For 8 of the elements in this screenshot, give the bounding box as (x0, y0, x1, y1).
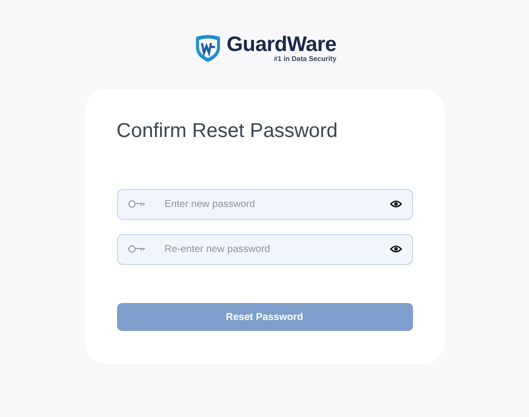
key-icon (128, 245, 146, 253)
brand-name: GuardWare (226, 34, 336, 54)
key-icon (128, 200, 146, 208)
eye-icon[interactable] (390, 200, 402, 208)
page-title: Confirm Reset Password (116, 119, 339, 143)
password-field[interactable]: Enter new password (116, 189, 412, 220)
eye-icon[interactable] (390, 245, 402, 253)
password-field[interactable]: Re-enter new password (116, 234, 412, 265)
